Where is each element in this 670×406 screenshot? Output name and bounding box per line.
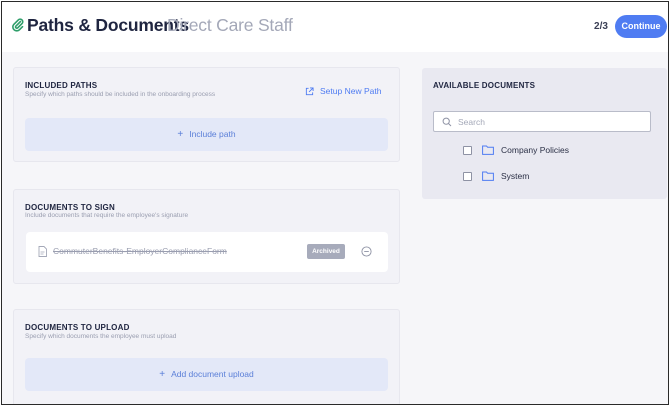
included-paths-description: Specify which paths should be included i… [25, 91, 216, 98]
search-icon [442, 117, 452, 127]
step-indicator: 2/3 [590, 16, 612, 38]
setup-new-path-label: Setup New Path [320, 86, 382, 96]
archived-badge: Archived [307, 244, 345, 259]
plus-icon: + [159, 369, 166, 380]
documents-to-sign-description: Include documents that require the emplo… [25, 212, 189, 219]
continue-button[interactable]: Continue [615, 15, 667, 38]
page-title: Paths & Documents [27, 15, 189, 35]
search-box [433, 111, 651, 132]
documents-to-sign-title: DOCUMENTS TO SIGN [25, 203, 115, 212]
remove-circle-icon[interactable] [361, 246, 372, 257]
available-documents-panel: AVAILABLE DOCUMENTS Company Policies Sys… [422, 68, 667, 199]
setup-new-path-link[interactable]: Setup New Path [305, 86, 381, 96]
included-paths-card: INCLUDED PATHS Specify which paths shoul… [13, 67, 400, 162]
page-subtitle: Direct Care Staff [167, 15, 293, 35]
plus-icon: + [177, 129, 184, 140]
documents-to-upload-description: Specify which documents the employee mus… [25, 333, 177, 340]
paperclip-icon [12, 18, 24, 32]
folder-label: Company Policies [501, 145, 570, 155]
checkbox[interactable] [463, 145, 472, 155]
document-name: CommuterBenefits-EmployerComplianceForm [53, 246, 227, 256]
document-row: CommuterBenefits-EmployerComplianceForm … [26, 232, 388, 272]
external-link-icon [305, 86, 314, 95]
documents-to-upload-card: DOCUMENTS TO UPLOAD Specify which docume… [13, 309, 400, 404]
folder-icon [482, 145, 494, 155]
document-icon [38, 246, 47, 257]
app-frame: Paths & Documents Direct Care Staff 2/3 … [1, 1, 669, 405]
page-header: Paths & Documents Direct Care Staff 2/3 … [2, 2, 668, 52]
folder-item-system[interactable]: System [463, 170, 529, 182]
add-document-upload-label: Add document upload [171, 369, 254, 379]
include-path-button[interactable]: + Include path [25, 118, 388, 151]
included-paths-title: INCLUDED PATHS [25, 81, 98, 90]
include-path-label: Include path [189, 129, 236, 139]
documents-to-upload-title: DOCUMENTS TO UPLOAD [25, 323, 130, 332]
search-input[interactable] [458, 114, 648, 129]
add-document-upload-button[interactable]: + Add document upload [25, 358, 388, 391]
folder-label: System [501, 171, 530, 181]
checkbox[interactable] [463, 171, 472, 181]
folder-icon [482, 171, 494, 181]
available-documents-title: AVAILABLE DOCUMENTS [433, 81, 536, 90]
folder-item-company-policies[interactable]: Company Policies [463, 144, 569, 156]
